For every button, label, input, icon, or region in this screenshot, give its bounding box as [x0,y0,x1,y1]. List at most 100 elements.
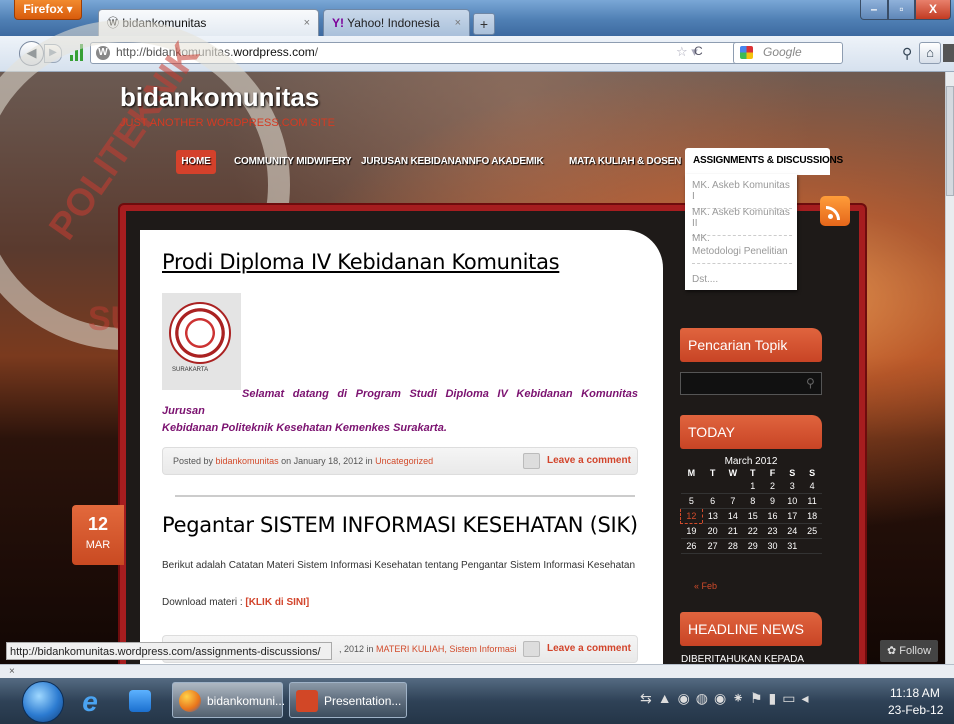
calendar-day[interactable]: 6 [702,493,724,509]
post-excerpt: Selamat datang di Program Studi Diploma … [162,386,638,437]
powerpoint-icon [296,690,318,712]
system-tray-icons[interactable]: ⇆▲◉◍◉⁕⚑▮▭◂ [640,690,814,707]
calendar-day[interactable]: 17 [782,508,803,524]
headline-widget-heading: HEADLINE NEWS [680,612,822,646]
calendar-day[interactable]: 19 [680,523,703,539]
extension-icon[interactable] [943,44,954,62]
calendar-day[interactable]: 1 [742,479,763,494]
meta-pre: Posted by [173,456,216,466]
calendar-day[interactable]: 26 [680,538,703,554]
meta-mid: on January 18, 2012 in [278,456,376,466]
scrollbar-thumb[interactable] [946,86,954,196]
calendar-day[interactable]: 9 [762,493,783,509]
calendar-day[interactable]: 3 [782,479,803,494]
post-meta-text: , 2012 in MATERI KULIAH, Sistem Informas… [339,644,516,654]
calendar-day[interactable]: 24 [782,523,803,539]
post-title-link[interactable]: Pegantar SISTEM INFORMASI KESEHATAN (SIK… [162,513,638,537]
dropdown-item[interactable]: Dst.... [692,274,792,291]
home-icon[interactable]: ⌂ [919,42,941,64]
calendar-day[interactable]: 23 [762,523,783,539]
search-icon[interactable]: ⚲ [902,45,912,62]
calendar-day[interactable]: 31 [782,538,803,554]
calendar-day[interactable]: 25 [802,523,822,539]
tab-close-icon[interactable]: × [304,10,310,36]
calendar-day[interactable]: 20 [702,523,724,539]
calendar-day[interactable]: 10 [782,493,803,509]
calendar-day[interactable]: 4 [802,479,822,494]
post-meta-text: Posted by bidankomunitas on January 18, … [173,456,433,466]
start-button[interactable] [22,681,64,723]
taskbar-label: Presentation... [324,694,402,708]
clock-date[interactable]: 23-Feb-12 [888,703,943,717]
sidebar-search-input[interactable] [680,372,822,395]
reload-icon[interactable]: C [694,44,703,58]
tab-close-icon[interactable]: × [455,10,461,36]
calendar-day[interactable]: 27 [702,538,724,554]
url-domain: wordpress.com [233,45,315,59]
calendar-day[interactable]: 8 [742,493,763,509]
post-title-link[interactable]: Prodi Diploma IV Kebidanan Komunitas [162,250,560,274]
calendar-day[interactable]: 29 [742,538,763,554]
maximize-button[interactable]: ▫ [888,0,915,20]
media-player-icon[interactable] [129,690,151,712]
calendar-day[interactable]: 22 [742,523,763,539]
dropdown-item[interactable]: Metodologi Penelitian [692,246,792,264]
calendar-day[interactable]: 2 [762,479,783,494]
calendar-weekday: T [709,468,716,478]
calendar-day[interactable]: 11 [802,493,822,509]
menu-home[interactable]: HOME [176,150,216,174]
search-icon[interactable]: ⚲ [806,376,815,390]
internet-explorer-icon[interactable]: e [74,686,106,718]
calendar-day[interactable]: 7 [723,493,743,509]
calendar-day[interactable]: 12 [680,508,703,524]
taskbar-firefox[interactable]: bidankomuni... [172,682,285,718]
dropdown-item[interactable]: MK. [692,233,792,244]
tab-yahoo[interactable]: Y! Yahoo! Indonesia × [323,9,470,36]
category-link[interactable]: MATERI KULIAH, Sistem Informasi [376,644,516,654]
logo-caption: SURAKARTA [172,367,209,373]
comment-icon [523,453,540,469]
menu-assignments-discussions[interactable]: ASSIGNMENTS & DISCUSSIONS [685,148,843,175]
site-title[interactable]: bidankomunitas [120,82,319,113]
dropdown-item[interactable]: MK. Askeb Komunitas II [692,207,792,236]
post-meta: Posted by bidankomunitas on January 18, … [162,447,638,475]
follow-button[interactable]: ✿ Follow [880,640,938,662]
calendar-weekday: T [749,468,756,478]
calendar-day[interactable]: 28 [723,538,743,554]
meta-mid: , 2012 in [339,644,377,654]
leave-comment-link[interactable]: Leave a comment [547,455,631,466]
google-icon[interactable] [740,46,753,59]
site-tagline: JUST ANOTHER WORDPRESS.COM SITE [120,117,335,129]
menu-mata-kuliah-dosen[interactable]: MATA KULIAH & DOSEN [569,150,681,174]
calendar-day[interactable]: 15 [742,508,763,524]
author-link[interactable]: bidankomunitas [216,456,279,466]
leave-comment-link[interactable]: Leave a comment [547,643,631,654]
dropdown-item[interactable]: MK. Askeb Komunitas I [692,180,792,209]
menu-info-akademik[interactable]: INFO AKADEMIK [466,150,544,174]
taskbar-powerpoint[interactable]: Presentation... [289,682,407,718]
calendar-day[interactable]: 5 [680,493,703,509]
download-label: Download materi : [162,597,246,608]
menu-community-midwifery[interactable]: COMMUNITY MIDWIFERY [234,150,352,174]
calendar-day[interactable]: 30 [762,538,783,554]
calendar-week: 5 6 7 8 9 10 11 [680,493,822,509]
close-window-button[interactable]: X [915,0,951,20]
new-tab-button[interactable]: + [473,13,495,35]
firefox-menu-button[interactable]: Firefox ▾ [14,0,82,20]
post-divider [175,495,635,497]
post-text: Berikut adalah Catatan Materi Sistem Inf… [162,560,636,571]
calendar-widget-heading: TODAY [680,415,822,449]
menu-jurusan-kebidanan[interactable]: JURUSAN KEBIDANAN [361,150,469,174]
calendar-day[interactable]: 18 [802,508,822,524]
addon-bar-close-icon[interactable]: × [9,666,15,677]
calendar-prev-link[interactable]: « Feb [694,581,717,591]
calendar-day[interactable]: 16 [762,508,783,524]
calendar-day[interactable]: 13 [702,508,724,524]
clock-time[interactable]: 11:18 AM [890,686,940,700]
calendar-day[interactable]: 21 [723,523,743,539]
minimize-button[interactable]: – [860,0,888,20]
download-link[interactable]: [KLIK di SINI] [245,597,309,608]
date-month: MAR [85,539,111,551]
category-link[interactable]: Uncategorized [375,456,433,466]
calendar-day[interactable]: 14 [723,508,743,524]
